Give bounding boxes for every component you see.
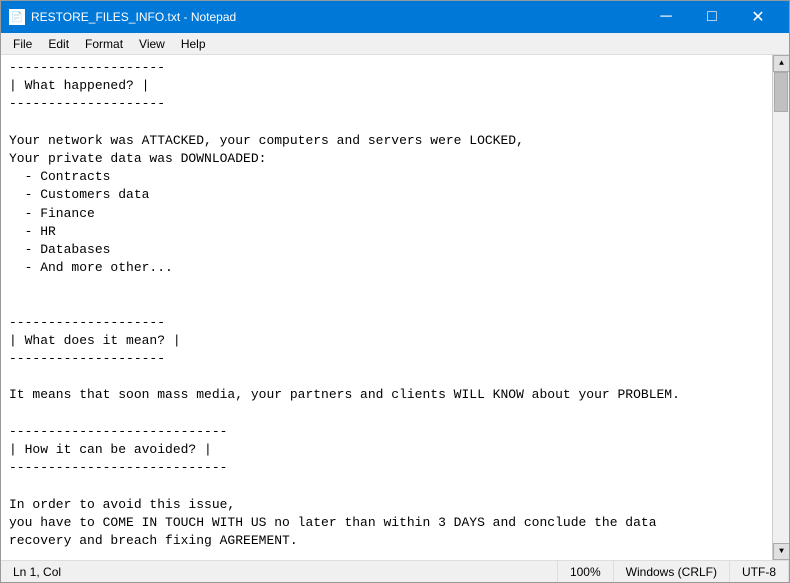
scroll-down-button[interactable]: ▼ [773,543,789,560]
menu-file[interactable]: File [5,35,40,53]
window-title: RESTORE_FILES_INFO.txt - Notepad [31,10,643,24]
line-endings: Windows (CRLF) [614,561,730,582]
scroll-up-button[interactable]: ▲ [773,55,789,72]
menu-help[interactable]: Help [173,35,214,53]
menu-bar: File Edit Format View Help [1,33,789,55]
close-button[interactable]: ✕ [735,1,781,33]
cursor-position: Ln 1, Col [1,561,558,582]
editor-area: ▲ ▼ [1,55,789,560]
notepad-window: 📄 RESTORE_FILES_INFO.txt - Notepad ─ □ ✕… [0,0,790,583]
window-controls: ─ □ ✕ [643,1,781,33]
title-bar: 📄 RESTORE_FILES_INFO.txt - Notepad ─ □ ✕ [1,1,789,33]
maximize-button[interactable]: □ [689,1,735,33]
vertical-scrollbar[interactable]: ▲ ▼ [772,55,789,560]
minimize-button[interactable]: ─ [643,1,689,33]
menu-view[interactable]: View [131,35,173,53]
status-bar: Ln 1, Col 100% Windows (CRLF) UTF-8 [1,560,789,582]
app-icon: 📄 [9,9,25,25]
menu-format[interactable]: Format [77,35,131,53]
encoding: UTF-8 [730,561,789,582]
scroll-track[interactable] [773,72,789,543]
text-editor[interactable] [1,55,772,560]
menu-edit[interactable]: Edit [40,35,77,53]
zoom-level: 100% [558,561,614,582]
scroll-thumb[interactable] [774,72,788,112]
